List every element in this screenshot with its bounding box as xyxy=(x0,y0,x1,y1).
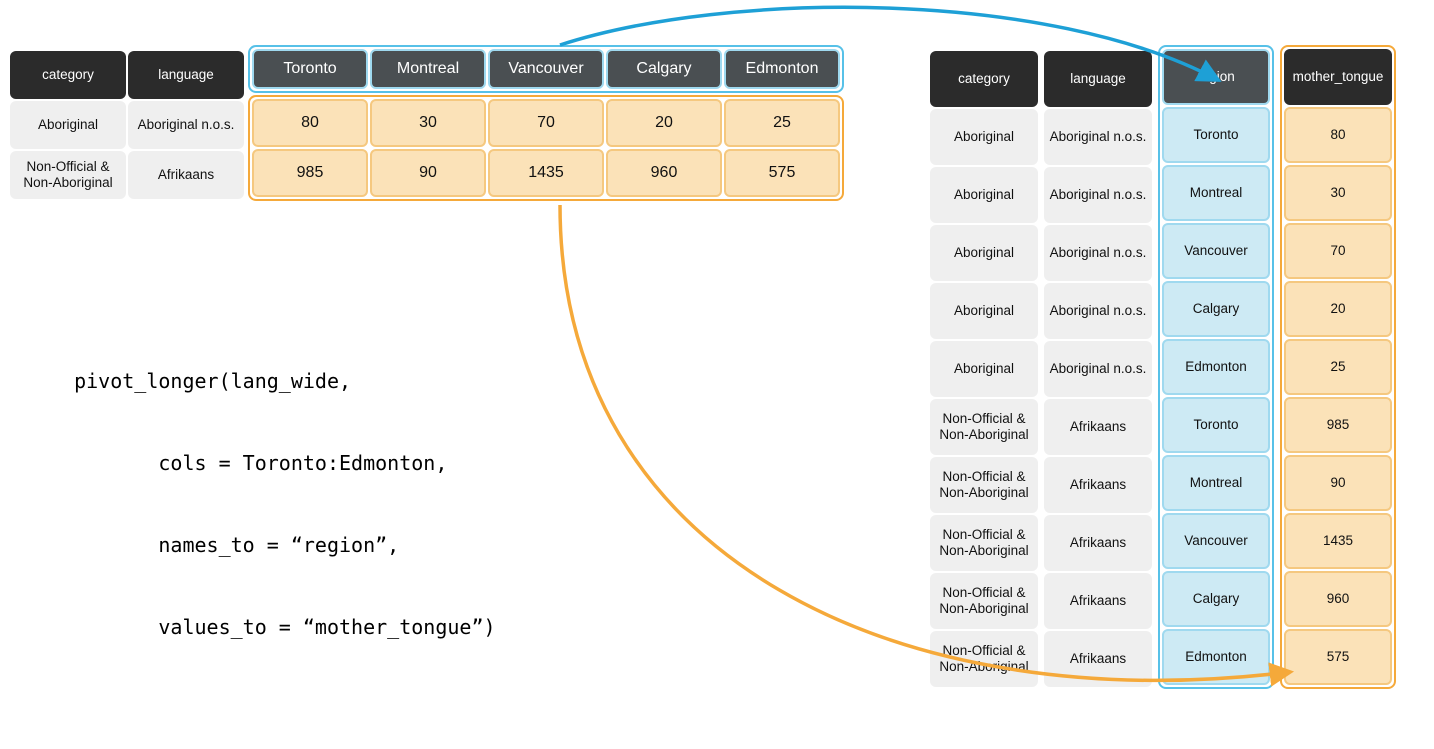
long-cell: Non-Official & Non-Aboriginal xyxy=(930,515,1038,571)
code-line: names_to = “region”, xyxy=(74,533,399,557)
long-mothertongue-cell: 30 xyxy=(1284,165,1392,221)
code-line: values_to = “mother_tongue”) xyxy=(74,615,495,639)
long-mothertongue-cell: 70 xyxy=(1284,223,1392,279)
long-cell: Non-Official & Non-Aboriginal xyxy=(930,399,1038,455)
wide-city-values-frame: 80 985 30 90 70 1435 20 960 25 575 xyxy=(248,95,844,201)
long-mothertongue-cell: 575 xyxy=(1284,629,1392,685)
long-mothertongue-cell: 90 xyxy=(1284,455,1392,511)
wide-header-city: Montreal xyxy=(370,49,486,89)
wide-value-cell: 575 xyxy=(724,149,840,197)
long-header-language: language xyxy=(1044,51,1152,107)
long-cell: Afrikaans xyxy=(1044,573,1152,629)
long-region-cell: Edmonton xyxy=(1162,339,1270,395)
long-region-cell: Edmonton xyxy=(1162,629,1270,685)
wide-value-cell: 20 xyxy=(606,99,722,147)
long-header-category: category xyxy=(930,51,1038,107)
wide-header-city: Edmonton xyxy=(724,49,840,89)
wide-value-cell: 960 xyxy=(606,149,722,197)
long-mothertongue-cell: 25 xyxy=(1284,339,1392,395)
long-cell: Aboriginal xyxy=(930,109,1038,165)
long-mothertongue-cell: 80 xyxy=(1284,107,1392,163)
long-cell: Aboriginal n.o.s. xyxy=(1044,341,1152,397)
long-cell: Aboriginal n.o.s. xyxy=(1044,283,1152,339)
long-cell: Afrikaans xyxy=(1044,631,1152,687)
long-region-cell: Toronto xyxy=(1162,107,1270,163)
code-line: cols = Toronto:Edmonton, xyxy=(74,451,447,475)
long-cell: Aboriginal xyxy=(930,225,1038,281)
long-region-cell: Calgary xyxy=(1162,281,1270,337)
wide-value-cell: 1435 xyxy=(488,149,604,197)
wide-value-cell: 70 xyxy=(488,99,604,147)
wide-cell: Afrikaans xyxy=(128,151,244,199)
wide-value-columns: Toronto Montreal Vancouver Calgary Edmon… xyxy=(248,45,844,201)
code-line: pivot_longer(lang_wide, xyxy=(74,369,351,393)
long-cell: Afrikaans xyxy=(1044,515,1152,571)
wide-cell: Aboriginal n.o.s. xyxy=(128,101,244,149)
long-cell: Aboriginal xyxy=(930,167,1038,223)
wide-value-cell: 985 xyxy=(252,149,368,197)
long-region-cell: Montreal xyxy=(1162,455,1270,511)
long-language-column: language Aboriginal n.o.s. Aboriginal n.… xyxy=(1044,51,1152,687)
long-region-cell: Toronto xyxy=(1162,397,1270,453)
long-mothertongue-cell: 1435 xyxy=(1284,513,1392,569)
wide-header-city: Calgary xyxy=(606,49,722,89)
wide-value-cell: 80 xyxy=(252,99,368,147)
wide-id-columns: category Aboriginal Non-Official & Non-A… xyxy=(10,51,244,199)
code-snippet: pivot_longer(lang_wide, cols = Toronto:E… xyxy=(50,320,496,648)
wide-cell: Non-Official & Non-Aboriginal xyxy=(10,151,126,199)
wide-header-category: category xyxy=(10,51,126,99)
long-cell: Afrikaans xyxy=(1044,399,1152,455)
wide-value-cell: 25 xyxy=(724,99,840,147)
long-cell: Non-Official & Non-Aboriginal xyxy=(930,457,1038,513)
long-cell: Aboriginal n.o.s. xyxy=(1044,109,1152,165)
long-cell: Aboriginal xyxy=(930,341,1038,397)
long-region-cell: Calgary xyxy=(1162,571,1270,627)
wide-table: category Aboriginal Non-Official & Non-A… xyxy=(10,45,844,201)
long-header-region: region xyxy=(1162,49,1270,105)
long-mothertongue-cell: 20 xyxy=(1284,281,1392,337)
long-mothertongue-column-frame: mother_tongue 80 30 70 20 25 985 90 1435… xyxy=(1280,45,1396,689)
long-mothertongue-cell: 960 xyxy=(1284,571,1392,627)
long-cell: Aboriginal n.o.s. xyxy=(1044,167,1152,223)
long-mothertongue-cell: 985 xyxy=(1284,397,1392,453)
long-header-mothertongue: mother_tongue xyxy=(1284,49,1392,105)
long-region-cell: Vancouver xyxy=(1162,513,1270,569)
wide-city-headers-frame: Toronto Montreal Vancouver Calgary Edmon… xyxy=(248,45,844,93)
long-region-column-frame: region Toronto Montreal Vancouver Calgar… xyxy=(1158,45,1274,689)
long-region-cell: Vancouver xyxy=(1162,223,1270,279)
long-cell: Non-Official & Non-Aboriginal xyxy=(930,573,1038,629)
long-cell: Aboriginal xyxy=(930,283,1038,339)
long-table: category Aboriginal Aboriginal Aborigina… xyxy=(930,45,1396,689)
wide-value-cell: 90 xyxy=(370,149,486,197)
long-cell: Afrikaans xyxy=(1044,457,1152,513)
wide-header-city: Toronto xyxy=(252,49,368,89)
wide-header-language: language xyxy=(128,51,244,99)
wide-cell: Aboriginal xyxy=(10,101,126,149)
long-region-cell: Montreal xyxy=(1162,165,1270,221)
long-cell: Aboriginal n.o.s. xyxy=(1044,225,1152,281)
long-cell: Non-Official & Non-Aboriginal xyxy=(930,631,1038,687)
long-category-column: category Aboriginal Aboriginal Aborigina… xyxy=(930,51,1038,687)
wide-value-cell: 30 xyxy=(370,99,486,147)
wide-header-city: Vancouver xyxy=(488,49,604,89)
